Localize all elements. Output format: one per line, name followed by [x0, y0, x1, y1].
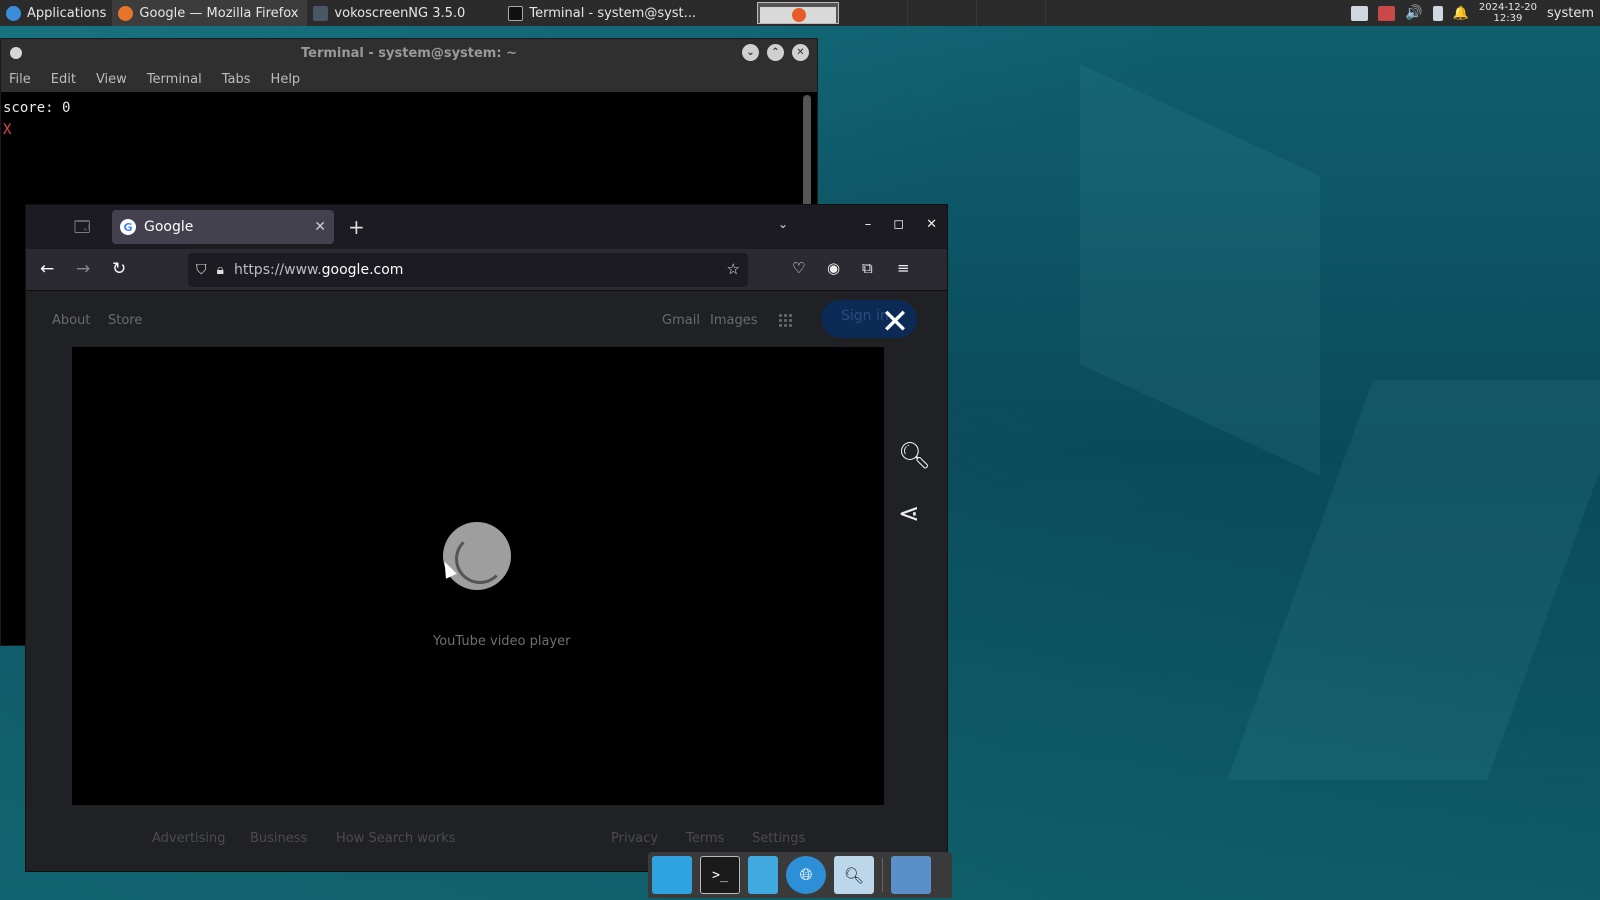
wallpaper-shard	[1080, 64, 1320, 476]
lock-icon[interactable]: 🔒︎	[217, 262, 224, 278]
menu-help[interactable]: Help	[271, 72, 301, 87]
tab-google[interactable]: G Google ✕	[112, 210, 334, 244]
loading-spinner-icon	[443, 522, 511, 590]
network-icon[interactable]	[1351, 5, 1369, 21]
footer-how-search-works-link[interactable]: How Search works	[336, 831, 456, 846]
file-manager-icon[interactable]	[748, 856, 778, 894]
video-player-label: YouTube video player	[433, 634, 571, 649]
google-favicon-icon: G	[120, 219, 136, 235]
back-arrow-icon[interactable]: ←	[40, 259, 54, 279]
applications-label: Applications	[27, 5, 107, 21]
footer-business-link[interactable]: Business	[250, 831, 307, 846]
firefox-navbar: ← → ↻ ⛉ 🔒︎ https://www.google.com ☆ ♡ ◉ …	[26, 249, 947, 291]
tracking-shield-icon[interactable]: ⛉	[196, 262, 207, 278]
menu-tabs[interactable]: Tabs	[222, 72, 251, 87]
taskbar-item-firefox[interactable]: Google — Mozilla Firefox	[112, 0, 308, 26]
volume-icon[interactable]: 🔊	[1405, 5, 1422, 21]
notification-bell-icon[interactable]: 🔔	[1453, 6, 1469, 21]
close-icon[interactable]: ✕	[926, 217, 937, 232]
menu-view[interactable]: View	[96, 72, 127, 87]
firefox-view-icon[interactable]: 🗔	[74, 217, 94, 237]
terminal-line: score: 0	[3, 100, 71, 116]
footer-terms-link[interactable]: Terms	[686, 831, 724, 846]
overlay-search-icon[interactable]: 🔍︎	[898, 441, 931, 471]
panel-separator	[907, 0, 909, 26]
show-desktop-icon[interactable]	[652, 856, 692, 894]
url-host: google.com	[321, 262, 404, 278]
xfce-logo-icon	[6, 5, 21, 21]
folder-icon[interactable]	[891, 856, 931, 894]
footer-settings-link[interactable]: Settings	[752, 831, 805, 846]
workspace-switcher[interactable]	[757, 2, 840, 24]
clock-time: 12:39	[1493, 13, 1523, 24]
vokoscreen-icon	[313, 5, 329, 21]
overlay-close-icon[interactable]: ✕	[878, 305, 912, 341]
google-store-link[interactable]: Store	[108, 313, 142, 328]
bookmark-star-icon[interactable]: ☆	[727, 260, 740, 278]
applications-menu-button[interactable]: Applications	[0, 0, 112, 26]
clock-date: 2024-12-20	[1478, 2, 1537, 13]
screen-recorder-icon[interactable]	[1378, 5, 1396, 21]
maximize-icon[interactable]: ◻	[893, 217, 904, 232]
system-tray: 🔊 🔔 2024-12-20 12:39 system	[1351, 0, 1600, 26]
window-menu-icon[interactable]	[10, 47, 22, 59]
menu-terminal[interactable]: Terminal	[147, 72, 202, 87]
url-bar[interactable]: ⛉ 🔒︎ https://www.google.com ☆	[188, 253, 748, 287]
google-about-link[interactable]: About	[52, 313, 90, 328]
web-browser-globe-icon[interactable]: 🌐︎	[786, 856, 826, 894]
url-protocol: https://www.	[233, 262, 322, 278]
bottom-dock: >_ 🌐︎ 🔍︎	[648, 852, 952, 898]
account-icon[interactable]: ◉	[827, 259, 840, 277]
google-apps-grid-icon[interactable]	[778, 313, 792, 327]
terminal-output[interactable]: score: 0 X	[1, 92, 817, 146]
tab-close-icon[interactable]: ✕	[314, 219, 326, 235]
panel-separator	[1045, 0, 1047, 26]
terminal-titlebar[interactable]: Terminal - system@system: ~ ⌄ ⌃ ✕	[1, 39, 817, 67]
terminal-icon[interactable]: >_	[700, 856, 740, 894]
taskbar-item-label: Google — Mozilla Firefox	[139, 5, 299, 21]
forward-arrow-icon[interactable]: →	[76, 259, 90, 279]
battery-icon[interactable]	[1432, 5, 1443, 21]
terminal-title: Terminal - system@system: ~	[301, 45, 517, 61]
menu-edit[interactable]: Edit	[51, 72, 76, 87]
firefox-window: 🗔 G Google ✕ + ⌄ – ◻ ✕ ← → ↻ ⛉ 🔒︎ https:…	[25, 204, 948, 872]
list-all-tabs-chevron-down-icon[interactable]: ⌄	[778, 217, 788, 231]
google-gmail-link[interactable]: Gmail	[662, 313, 700, 328]
terminal-menubar: File Edit View Terminal Tabs Help	[1, 67, 817, 92]
footer-advertising-link[interactable]: Advertising	[152, 831, 226, 846]
taskbar-item-label: Terminal - system@syst...	[529, 5, 697, 21]
taskbar-item-terminal[interactable]: Terminal - system@syst...	[502, 0, 697, 26]
terminal-line: X	[3, 122, 12, 138]
firefox-icon	[118, 5, 134, 21]
web-page-google: About Store Gmail Images Sign in YouTube…	[26, 291, 947, 871]
menu-file[interactable]: File	[9, 72, 31, 87]
firefox-tabbar: 🗔 G Google ✕ + ⌄ – ◻ ✕	[26, 205, 947, 249]
extensions-icon[interactable]: ⧉	[862, 259, 873, 277]
google-images-link[interactable]: Images	[710, 313, 758, 328]
overlay-share-icon[interactable]: ⋖	[898, 499, 920, 529]
reload-icon[interactable]: ↻	[112, 259, 126, 279]
hamburger-menu-icon[interactable]: ≡	[897, 259, 910, 277]
footer-privacy-link[interactable]: Privacy	[611, 831, 658, 846]
close-icon[interactable]: ✕	[792, 44, 809, 61]
dock-separator	[882, 858, 883, 892]
taskbar-item-vokoscreen[interactable]: vokoscreenNG 3.5.0	[307, 0, 502, 26]
clock[interactable]: 2024-12-20 12:39	[1479, 2, 1537, 24]
top-panel: Applications Google — Mozilla Firefox vo…	[0, 0, 1600, 26]
minimize-icon[interactable]: –	[865, 217, 872, 232]
url-text[interactable]: https://www.google.com	[234, 262, 403, 278]
taskbar-item-label: vokoscreenNG 3.5.0	[334, 5, 466, 21]
terminal-icon	[508, 5, 524, 21]
panel-separator	[976, 0, 978, 26]
app-finder-magnifier-icon[interactable]: 🔍︎	[834, 856, 874, 894]
maximize-icon[interactable]: ⌃	[767, 44, 784, 61]
minimize-icon[interactable]: ⌄	[742, 44, 759, 61]
new-tab-plus-icon[interactable]: +	[348, 215, 365, 239]
pocket-icon[interactable]: ♡	[792, 259, 805, 277]
tab-title: Google	[144, 219, 194, 235]
user-menu[interactable]: system	[1547, 6, 1594, 21]
youtube-video-player[interactable]: YouTube video player	[72, 347, 884, 805]
